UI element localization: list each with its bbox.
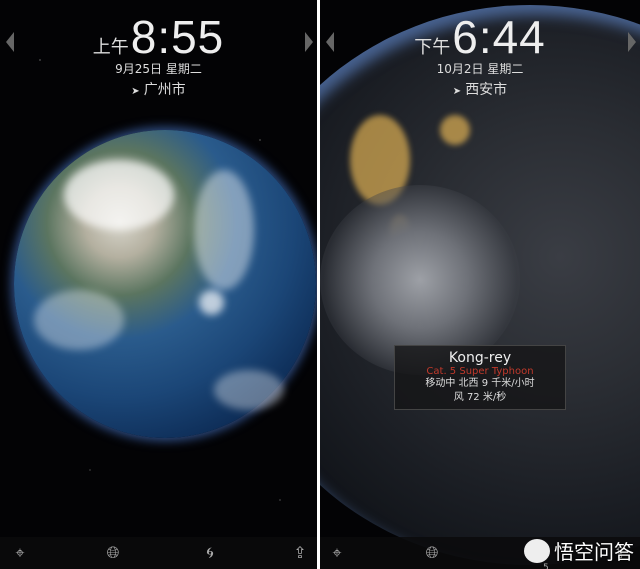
lock-clock: 下午6:44 10月2日 星期二 ➤ 西安市	[320, 10, 640, 99]
city: 广州市	[143, 82, 186, 98]
storm-movement: 移动中 北西 9 千米/小时	[425, 378, 535, 389]
time: 8:55	[130, 11, 225, 63]
time: 6:44	[452, 11, 546, 63]
watermark-logo-icon	[524, 538, 550, 563]
location-arrow-icon: ➤	[131, 86, 140, 97]
crosshair-icon[interactable]: ⌖	[10, 543, 30, 563]
crosshair-icon[interactable]: ⌖	[327, 543, 347, 563]
earth-globe[interactable]	[14, 130, 316, 438]
location-arrow-icon: ➤	[452, 86, 462, 97]
globe-icon[interactable]: 🌐︎	[103, 543, 123, 563]
toolbar: ⌖ 🌐︎ 🌀︎ ⇪	[0, 537, 317, 569]
city: 西安市	[465, 82, 508, 98]
right-screen: 下午6:44 10月2日 星期二 ➤ 西安市 Kong-rey Cat. 5 Su…	[320, 0, 640, 569]
ampm: 下午	[414, 37, 451, 58]
watermark-text: 悟空问答	[554, 540, 634, 564]
typhoon-icon[interactable]: 🌀︎	[200, 543, 220, 563]
ampm: 上午	[92, 37, 129, 58]
storm-info-card[interactable]: Kong-rey Cat. 5 Super Typhoon 移动中 北西 9 千…	[394, 345, 566, 410]
lock-clock: 上午8:55 9月25日 星期二 ➤ 广州市	[0, 10, 317, 99]
date: 10月2日 星期二	[436, 62, 524, 76]
storm-category: Cat. 5 Super Typhoon	[426, 366, 534, 377]
date: 9月25日 星期二	[115, 62, 202, 76]
watermark: 悟空问答	[524, 536, 634, 565]
left-screen: 上午8:55 9月25日 星期二 ➤ 广州市 ⌖ 🌐︎ 🌀︎ ⇪	[0, 0, 317, 569]
globe-icon[interactable]: 🌐︎	[422, 543, 442, 563]
storm-wind: 风 72 米/秒	[453, 392, 507, 403]
share-icon[interactable]: ⇪	[290, 543, 310, 563]
storm-name: Kong-rey	[448, 350, 512, 366]
